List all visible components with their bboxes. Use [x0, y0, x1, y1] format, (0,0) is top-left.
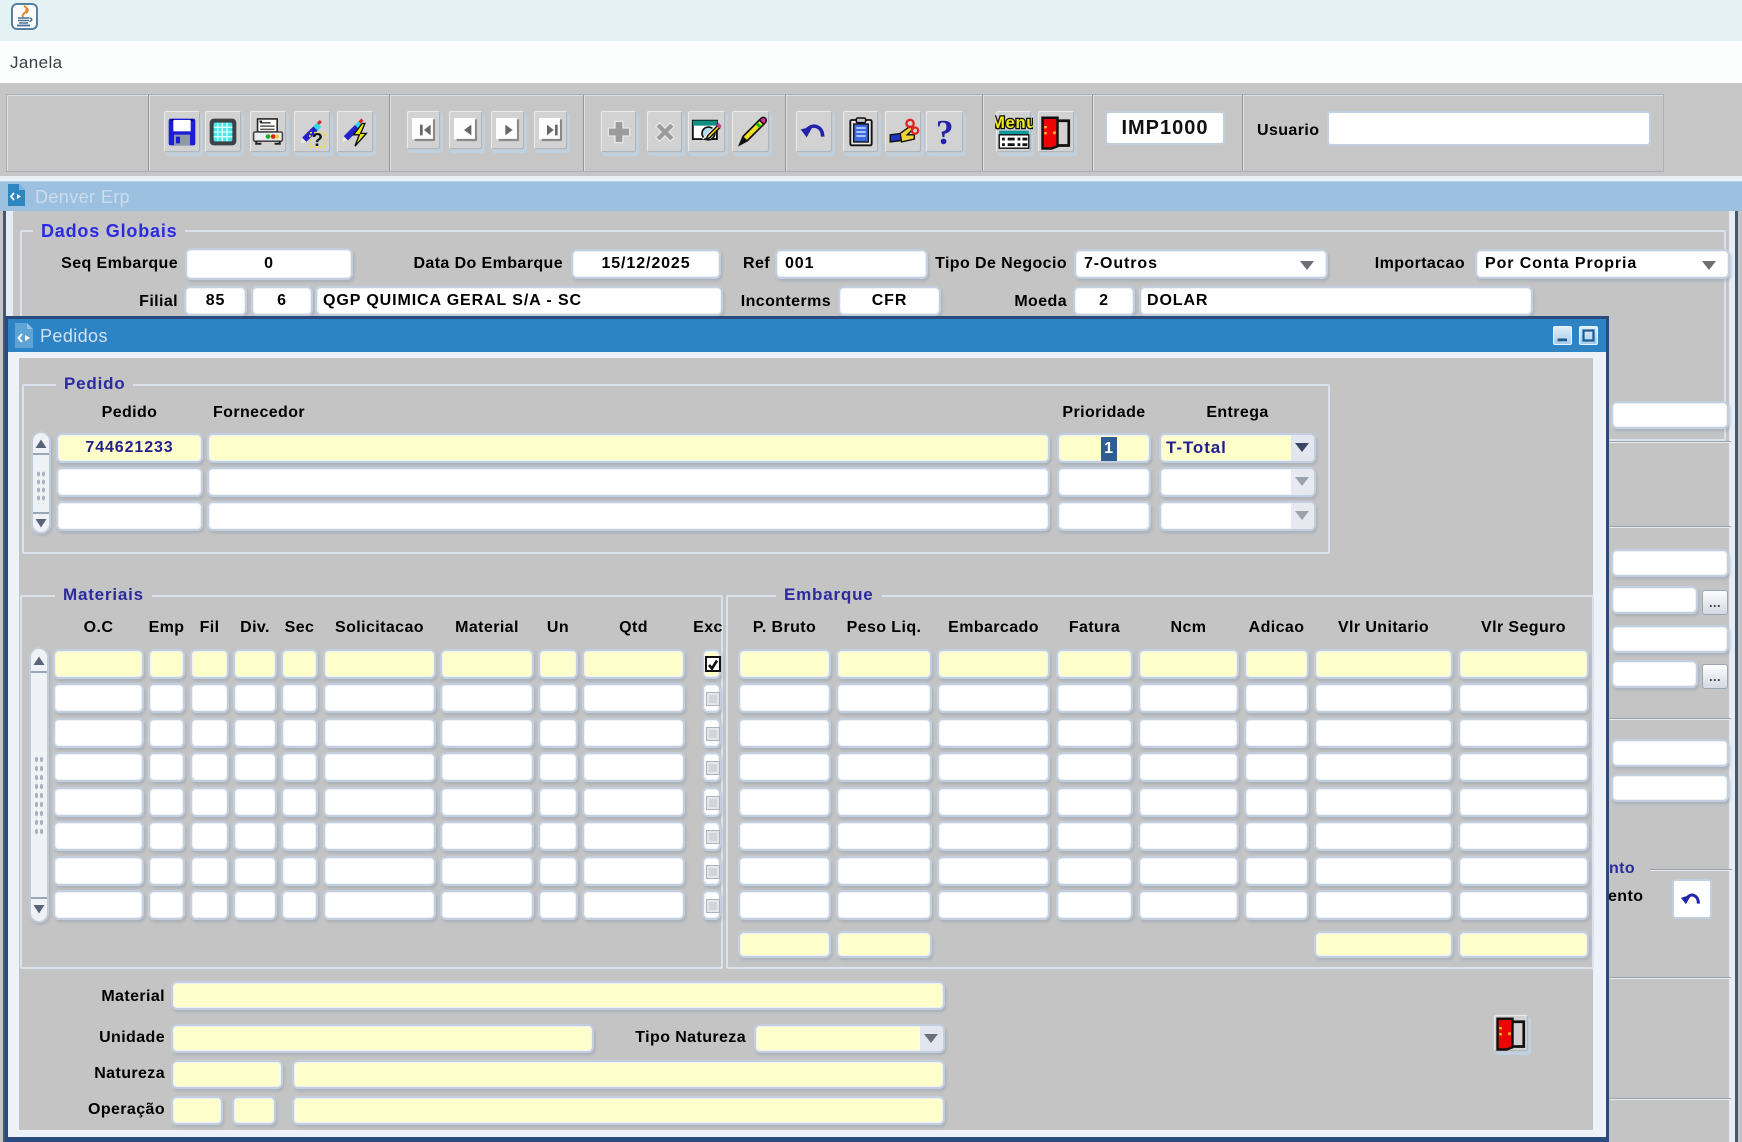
svg-text:Menu: Menu: [995, 112, 1033, 131]
svg-text:?: ?: [935, 115, 953, 149]
svg-text:?: ?: [312, 129, 324, 149]
